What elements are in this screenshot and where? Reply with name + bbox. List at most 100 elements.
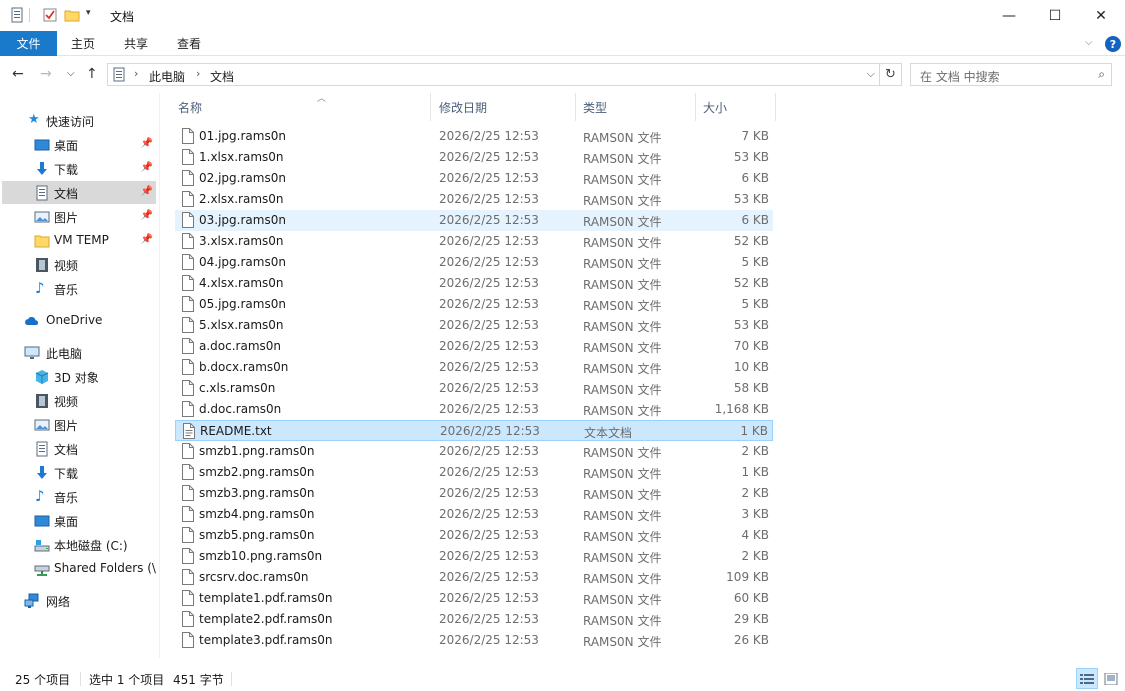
file-row[interactable]: 02.jpg.rams0n 2026/2/25 12:53 RAMS0N 文件 6 K… — [175, 168, 773, 189]
large-icons-view-button[interactable] — [1100, 668, 1122, 689]
file-size: 7 KB — [741, 129, 769, 143]
nav-this-pc[interactable]: 此电脑 — [2, 341, 156, 364]
column-header-size[interactable]: 大小 — [703, 93, 773, 121]
file-row[interactable]: smzb4.png.rams0n 2026/2/25 12:53 RAMS0N 文件… — [175, 504, 773, 525]
chevron-right-icon[interactable]: › — [134, 67, 138, 80]
file-type: RAMS0N 文件 — [583, 509, 662, 523]
nav-documents-pc[interactable]: 文档 — [2, 437, 156, 460]
pin-icon[interactable]: 📌 — [141, 234, 153, 245]
minimize-button[interactable]: — — [986, 0, 1032, 31]
nav-documents[interactable]: 文档 📌 — [2, 181, 156, 204]
file-row[interactable]: 5.xlsx.rams0n 2026/2/25 12:53 RAMS0N 文件 53 … — [175, 315, 773, 336]
up-button[interactable]: ↑ — [86, 66, 98, 82]
tab-share[interactable]: 共享 — [116, 31, 156, 56]
file-row[interactable]: 01.jpg.rams0n 2026/2/25 12:53 RAMS0N 文件 7 K… — [175, 126, 773, 147]
column-divider[interactable] — [430, 93, 431, 121]
file-row[interactable]: 4.xlsx.rams0n 2026/2/25 12:53 RAMS0N 文件 52 … — [175, 273, 773, 294]
address-dropdown-icon[interactable]: ⌵ — [867, 67, 875, 81]
back-button[interactable]: ← — [12, 66, 24, 82]
pin-icon[interactable]: 📌 — [141, 186, 153, 197]
nav-pictures-pc[interactable]: 图片 — [2, 413, 156, 436]
file-row[interactable]: d.doc.rams0n 2026/2/25 12:53 RAMS0N 文件 1,16… — [175, 399, 773, 420]
column-header-date[interactable]: 修改日期 — [439, 93, 574, 121]
column-divider[interactable] — [575, 93, 576, 121]
new-folder-icon[interactable] — [64, 7, 80, 23]
file-row[interactable]: c.xls.rams0n 2026/2/25 12:53 RAMS0N 文件 58 K… — [175, 378, 773, 399]
nav-network[interactable]: 网络 — [2, 589, 156, 612]
tab-home[interactable]: 主页 — [63, 31, 103, 56]
nav-vm-temp[interactable]: VM TEMP 📌 — [2, 229, 156, 252]
file-row[interactable]: template1.pdf.rams0n 2026/2/25 12:53 RAMS0… — [175, 588, 773, 609]
help-icon[interactable]: ? — [1105, 36, 1121, 52]
tab-file[interactable]: 文件 — [0, 31, 57, 56]
file-row[interactable]: smzb5.png.rams0n 2026/2/25 12:53 RAMS0N 文件… — [175, 525, 773, 546]
nav-desktop[interactable]: 桌面 📌 — [2, 133, 156, 156]
file-row[interactable]: 04.jpg.rams0n 2026/2/25 12:53 RAMS0N 文件 5 K… — [175, 252, 773, 273]
status-bar: 25 个项目 选中 1 个项目 451 字节 — [0, 668, 1125, 691]
column-header-name[interactable]: 名称 ︿ — [178, 93, 430, 121]
pin-icon[interactable]: 📌 — [141, 210, 153, 221]
file-row[interactable]: 3.xlsx.rams0n 2026/2/25 12:53 RAMS0N 文件 52 … — [175, 231, 773, 252]
nav-downloads[interactable]: 下载 📌 — [2, 157, 156, 180]
recent-locations-dropdown[interactable]: ⌵ — [67, 68, 75, 79]
nav-shared-folders[interactable]: Shared Folders (\\ — [2, 557, 156, 580]
nav-videos[interactable]: 视频 — [2, 253, 156, 276]
nav-desktop-pc[interactable]: 桌面 — [2, 509, 156, 532]
file-size: 53 KB — [733, 150, 769, 164]
nav-quick-access[interactable]: ★ 快速访问 — [2, 109, 156, 132]
search-icon[interactable]: ⌕ — [1098, 67, 1105, 82]
file-name: smzb10.png.rams0n — [199, 549, 323, 563]
chevron-right-icon[interactable]: › — [196, 67, 200, 80]
file-icon — [182, 506, 194, 522]
pin-icon[interactable]: 📌 — [141, 162, 153, 173]
file-size: 1,168 KB — [714, 402, 769, 416]
file-row[interactable]: template3.pdf.rams0n 2026/2/25 12:53 RAMS0… — [175, 630, 773, 651]
document-icon[interactable] — [9, 7, 25, 23]
nav-videos-pc[interactable]: 视频 — [2, 389, 156, 412]
file-name: 04.jpg.rams0n — [199, 255, 286, 269]
file-row[interactable]: a.doc.rams0n 2026/2/25 12:53 RAMS0N 文件 70 K… — [175, 336, 773, 357]
file-row[interactable]: template2.pdf.rams0n 2026/2/25 12:53 RAMS0… — [175, 609, 773, 630]
address-bar[interactable]: › 此电脑 › 文档 ⌵ — [107, 63, 880, 86]
file-row[interactable]: smzb10.png.rams0n 2026/2/25 12:53 RAMS0N 文… — [175, 546, 773, 567]
expand-ribbon-icon[interactable]: ⌵ — [1085, 37, 1095, 48]
nav-onedrive[interactable]: OneDrive — [2, 309, 156, 332]
file-row[interactable]: smzb1.png.rams0n 2026/2/25 12:53 RAMS0N 文件… — [175, 441, 773, 462]
file-type: RAMS0N 文件 — [583, 404, 662, 418]
file-row[interactable]: smzb3.png.rams0n 2026/2/25 12:53 RAMS0N 文件… — [175, 483, 773, 504]
close-button[interactable]: ✕ — [1078, 0, 1124, 31]
quick-access-toolbar-dropdown[interactable]: ▾ — [86, 8, 91, 18]
file-row[interactable]: 03.jpg.rams0n 2026/2/25 12:53 RAMS0N 文件 6 K… — [175, 210, 773, 231]
properties-icon[interactable] — [42, 7, 58, 23]
nav-pictures[interactable]: 图片 📌 — [2, 205, 156, 228]
file-row[interactable]: srcsrv.doc.rams0n 2026/2/25 12:53 RAMS0N 文… — [175, 567, 773, 588]
text-file-icon — [183, 423, 195, 439]
column-header-type[interactable]: 类型 — [583, 93, 693, 121]
nav-music[interactable]: ♪ 音乐 — [2, 277, 156, 300]
details-view-button[interactable] — [1076, 668, 1098, 689]
tab-view[interactable]: 查看 — [169, 31, 209, 56]
file-row[interactable]: 1.xlsx.rams0n 2026/2/25 12:53 RAMS0N 文件 53 … — [175, 147, 773, 168]
refresh-button[interactable]: ↻ — [880, 63, 902, 86]
status-divider — [231, 672, 232, 686]
file-row[interactable]: 2.xlsx.rams0n 2026/2/25 12:53 RAMS0N 文件 53 … — [175, 189, 773, 210]
nav-music-pc[interactable]: ♪ 音乐 — [2, 485, 156, 508]
breadcrumb-this-pc[interactable]: 此电脑 — [149, 68, 185, 85]
forward-button[interactable]: → — [40, 66, 52, 82]
column-divider[interactable] — [695, 93, 696, 121]
file-size: 52 KB — [733, 276, 769, 290]
pin-icon[interactable]: 📌 — [141, 138, 153, 149]
nav-local-disk-c[interactable]: 本地磁盘 (C:) — [2, 533, 156, 556]
breadcrumb-documents[interactable]: 文档 — [210, 68, 234, 85]
file-name: a.doc.rams0n — [199, 339, 282, 353]
nav-3d-objects[interactable]: 3D 对象 — [2, 365, 156, 388]
file-row[interactable]: b.docx.rams0n 2026/2/25 12:53 RAMS0N 文件 10 … — [175, 357, 773, 378]
column-divider[interactable] — [775, 93, 776, 121]
nav-downloads-pc[interactable]: 下载 — [2, 461, 156, 484]
file-type: RAMS0N 文件 — [583, 383, 662, 397]
file-row[interactable]: smzb2.png.rams0n 2026/2/25 12:53 RAMS0N 文件… — [175, 462, 773, 483]
file-row[interactable]: README.txt 2026/2/25 12:53 文本文档 1 KB — [175, 420, 773, 441]
maximize-button[interactable]: ☐ — [1032, 0, 1078, 31]
file-row[interactable]: 05.jpg.rams0n 2026/2/25 12:53 RAMS0N 文件 5 K… — [175, 294, 773, 315]
search-input[interactable]: 在 文档 中搜索 ⌕ — [910, 63, 1112, 86]
